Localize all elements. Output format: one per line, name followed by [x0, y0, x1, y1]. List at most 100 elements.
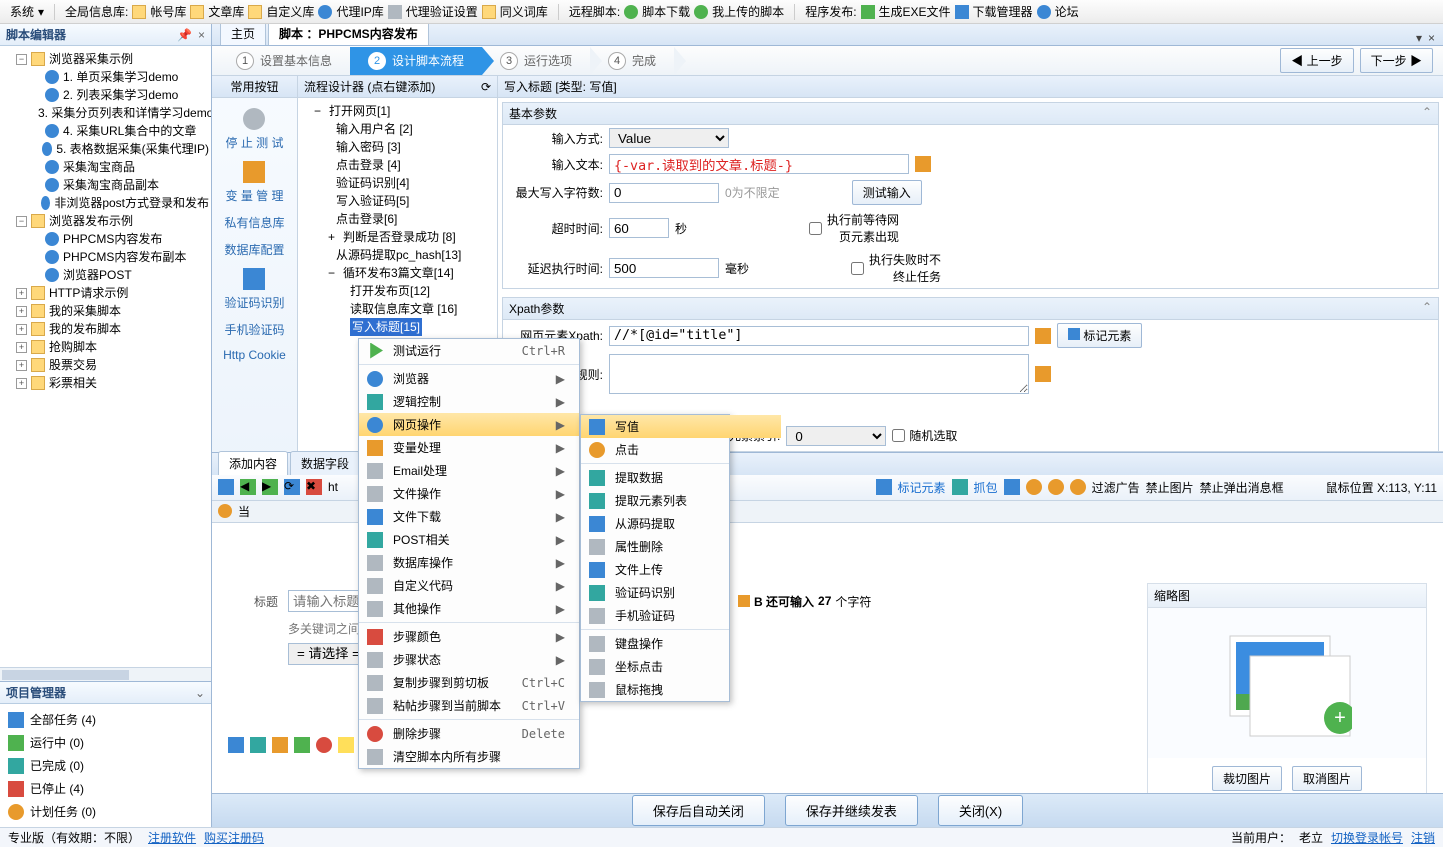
- menu-clear-all[interactable]: 清空脚本内所有步骤: [359, 745, 579, 768]
- forward-icon[interactable]: ▶: [262, 479, 278, 495]
- save-close-button[interactable]: 保存后自动关闭: [632, 795, 765, 826]
- tree-item[interactable]: 浏览器POST: [63, 266, 132, 284]
- proj-running[interactable]: 运行中 (0): [30, 734, 84, 751]
- submenu-click[interactable]: 点击: [581, 438, 781, 461]
- expand-icon[interactable]: +: [16, 288, 27, 299]
- submenu-extract-list[interactable]: 提取元素列表: [581, 489, 781, 512]
- expand-icon[interactable]: +: [16, 342, 27, 353]
- close-tab-icon[interactable]: ×: [1428, 31, 1435, 45]
- tab-script[interactable]: 脚本 ：PHPCMS内容发布: [268, 24, 429, 45]
- link-exe[interactable]: 生成EXE文件: [879, 3, 951, 20]
- wizard-step-2[interactable]: 2设计脚本流程: [350, 47, 482, 75]
- collapse-section-icon[interactable]: ⌃: [1422, 105, 1432, 122]
- link-custom[interactable]: 自定义库: [266, 3, 314, 20]
- submenu-remove-attr[interactable]: 属性删除: [581, 535, 781, 558]
- stop-test-button[interactable]: 停 止 测 试: [225, 108, 283, 151]
- chevron-icon[interactable]: ⌄: [195, 686, 205, 700]
- tree-item[interactable]: 非浏览器post方式登录和发布: [54, 194, 209, 212]
- menu-copy-step[interactable]: 复制步骤到剪切板Ctrl+C: [359, 671, 579, 694]
- tree-item[interactable]: 我的发布脚本: [49, 320, 121, 338]
- page-tab-label[interactable]: 当: [238, 503, 250, 520]
- link-uploaded[interactable]: 我上传的脚本: [712, 3, 784, 20]
- link-articles[interactable]: 文章库: [208, 3, 244, 20]
- input-delay[interactable]: [609, 258, 719, 278]
- collapse-icon[interactable]: −: [16, 54, 27, 65]
- wizard-step-4[interactable]: 4完成: [590, 47, 674, 75]
- test-input-button[interactable]: 测试输入: [852, 180, 922, 205]
- menu-email[interactable]: Email处理▶: [359, 459, 579, 482]
- link-proxy-verify[interactable]: 代理验证设置: [406, 3, 478, 20]
- tree-item[interactable]: PHPCMS内容发布副本: [63, 248, 186, 266]
- select-input-mode[interactable]: Value: [609, 128, 729, 148]
- tree-item[interactable]: 我的采集脚本: [49, 302, 121, 320]
- menu-file[interactable]: 文件操作▶: [359, 482, 579, 505]
- wizard-step-1[interactable]: 1设置基本信息: [218, 47, 350, 75]
- tree-item[interactable]: 5. 表格数据采集(采集代理IP): [56, 140, 209, 158]
- edit-icon[interactable]: [1035, 366, 1051, 382]
- register-link[interactable]: 注册软件: [148, 829, 196, 846]
- mark-element-button[interactable]: 标记元素: [1057, 323, 1142, 348]
- checkbox-no-stop-on-fail[interactable]: 执行失败时不终止任务: [851, 251, 941, 285]
- submenu-captcha[interactable]: 验证码识别: [581, 581, 781, 604]
- menu-test-run[interactable]: 测试运行Ctrl+R: [359, 339, 579, 362]
- submenu-upload[interactable]: 文件上传: [581, 558, 781, 581]
- expand-icon[interactable]: +: [16, 324, 27, 335]
- proj-all[interactable]: 全部任务 (4): [30, 711, 96, 728]
- submenu-keyboard[interactable]: 键盘操作: [581, 632, 781, 655]
- refresh-icon[interactable]: ⟳: [481, 80, 491, 94]
- link-download[interactable]: 脚本下载: [642, 3, 690, 20]
- flow-step[interactable]: 打开发布页[12]: [350, 282, 430, 300]
- menu-paste-step[interactable]: 粘帖步骤到当前脚本Ctrl+V: [359, 694, 579, 717]
- menu-step-state[interactable]: 步骤状态▶: [359, 648, 579, 671]
- input-text-value[interactable]: [609, 154, 909, 174]
- proj-done[interactable]: 已完成 (0): [30, 757, 84, 774]
- context-submenu-web[interactable]: 写值 点击 提取数据 提取元素列表 从源码提取 属性删除 文件上传 验证码识别 …: [580, 414, 730, 702]
- menu-delete-step[interactable]: 删除步骤Delete: [359, 722, 579, 745]
- context-menu[interactable]: 测试运行Ctrl+R 浏览器▶ 逻辑控制▶ 网页操作▶ 变量处理▶ Email处…: [358, 338, 580, 769]
- close-icon[interactable]: ×: [198, 28, 205, 42]
- submenu-extract[interactable]: 提取数据: [581, 466, 781, 489]
- flow-step[interactable]: 打开网页[1]: [329, 102, 390, 120]
- menu-variable[interactable]: 变量处理▶: [359, 436, 579, 459]
- flow-step[interactable]: 验证码识别[4]: [336, 174, 409, 192]
- next-step-button[interactable]: 下一步 ▶: [1360, 48, 1433, 73]
- flow-step[interactable]: 输入用户名 [2]: [336, 120, 413, 138]
- tree-item[interactable]: 2. 列表采集学习demo: [63, 86, 178, 104]
- link-proxy[interactable]: 代理IP库: [336, 3, 383, 20]
- capture-link[interactable]: 抓包: [974, 479, 998, 496]
- disable-images[interactable]: 禁止图片: [1146, 479, 1194, 496]
- submenu-extract-source[interactable]: 从源码提取: [581, 512, 781, 535]
- menu-browser[interactable]: 浏览器▶: [359, 367, 579, 390]
- tree-item[interactable]: 彩票相关: [49, 374, 97, 392]
- stop-icon[interactable]: ✖: [306, 479, 322, 495]
- save-continue-button[interactable]: 保存并继续发表: [785, 795, 918, 826]
- menu-other[interactable]: 其他操作▶: [359, 597, 579, 620]
- tree-item[interactable]: HTTP请求示例: [49, 284, 128, 302]
- menu-custom[interactable]: 自定义代码▶: [359, 574, 579, 597]
- private-info-button[interactable]: 私有信息库: [224, 214, 284, 231]
- menu-system[interactable]: 系统: [10, 3, 34, 20]
- script-tree[interactable]: −浏览器采集示例 1. 单页采集学习demo 2. 列表采集学习demo 3. …: [0, 46, 211, 667]
- tree-item[interactable]: 1. 单页采集学习demo: [63, 68, 178, 86]
- mark-element-link[interactable]: 标记元素: [898, 479, 946, 496]
- edit-icon[interactable]: [915, 156, 931, 172]
- flow-step[interactable]: 读取信息库文章 [16]: [350, 300, 457, 318]
- dropdown-icon[interactable]: ▾: [1416, 31, 1422, 45]
- flow-step[interactable]: 点击登录[6]: [336, 210, 397, 228]
- cookie-icon[interactable]: [1048, 479, 1064, 495]
- tree-folder-collect[interactable]: 浏览器采集示例: [49, 50, 133, 68]
- tab-home[interactable]: 主页: [220, 24, 266, 45]
- toolbar-icon[interactable]: [338, 737, 354, 753]
- submenu-coord-click[interactable]: 坐标点击: [581, 655, 781, 678]
- pin-icon[interactable]: 📌: [177, 28, 192, 42]
- flow-step[interactable]: 判断是否登录成功 [8]: [343, 228, 456, 246]
- checkbox-random-select[interactable]: 随机选取: [892, 427, 982, 444]
- checkbox-wait-element[interactable]: 执行前等待网页元素出现: [809, 211, 899, 245]
- collapse-icon[interactable]: −: [16, 216, 27, 227]
- menu-step-color[interactable]: 步骤颜色▶: [359, 625, 579, 648]
- flow-step-selected[interactable]: 写入标题[15]: [350, 318, 422, 336]
- menu-web-ops[interactable]: 网页操作▶: [359, 413, 579, 436]
- tree-item[interactable]: 抢购脚本: [49, 338, 97, 356]
- phone-code-button[interactable]: 手机验证码: [224, 321, 284, 338]
- toolbar-icon[interactable]: [250, 737, 266, 753]
